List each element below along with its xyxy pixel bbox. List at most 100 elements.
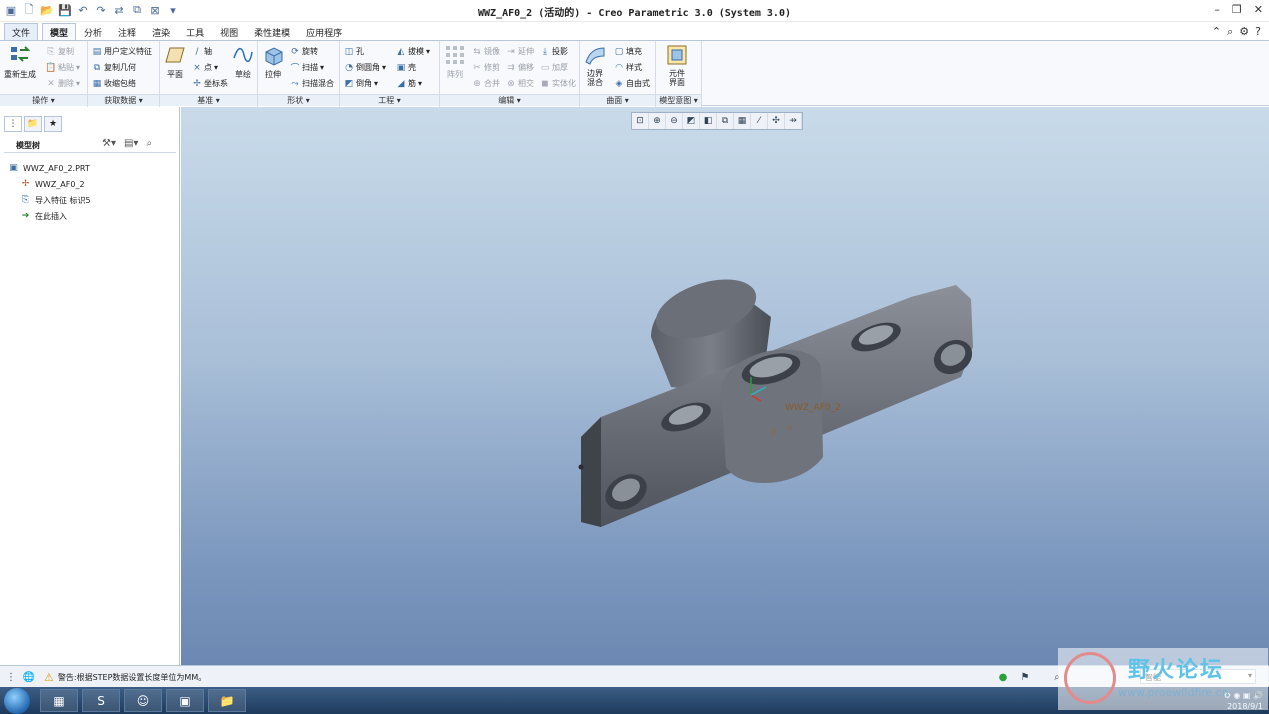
taskbar-game-icon[interactable]: ☺ <box>124 689 162 712</box>
title-bar: ▣ 🗋 📂 💾 ↶ ↷ ⇄ ⧉ ⊠ ▾ WWZ_AF0_2 (活动的) - Cr… <box>0 0 1269 22</box>
search-icon[interactable]: ⌕ <box>1227 25 1233 39</box>
display-style-icon[interactable]: ◧ <box>700 113 717 129</box>
offset-button[interactable]: ⇉ 偏移 <box>506 62 534 73</box>
start-button[interactable] <box>4 688 30 714</box>
revolve-button[interactable]: ⟳ 旋转 <box>290 46 318 57</box>
zoom-out-icon[interactable]: ⊖ <box>666 113 683 129</box>
browser-toggle-icon[interactable]: 🌐 <box>22 670 36 684</box>
extend-button[interactable]: ⇥ 延伸 <box>506 46 534 57</box>
datum-display-icon[interactable]: ⁄ <box>751 113 768 129</box>
trim-icon: ✂ <box>473 62 481 73</box>
regen-status-icon: ● <box>998 671 1008 683</box>
extrude-button[interactable]: 拉伸 <box>262 44 284 80</box>
tab-tools[interactable]: 工具 <box>178 23 212 41</box>
component-interface-button[interactable]: 元件界面 <box>666 44 688 87</box>
model-tree-tools: ⚒▾ ▤▾ ⌕ <box>102 138 152 149</box>
sweep-button[interactable]: ⌒ 扫描 ▾ <box>290 62 324 74</box>
round-button[interactable]: ◔ 倒圆角 ▾ <box>344 62 386 73</box>
group-label-operations[interactable]: 操作 ▾ <box>0 94 87 106</box>
project-button[interactable]: ⤓ 投影 <box>540 46 568 57</box>
boundary-blend-button[interactable]: 边界混合 <box>584 44 606 87</box>
csys-button[interactable]: ✢ 坐标系 <box>192 78 228 89</box>
model-tree-tab[interactable]: ⋮ <box>4 116 22 132</box>
graphics-viewport[interactable]: ⊡ ⊕ ⊖ ◩ ◧ ⧉ ▦ ⁄ ✣ ⇸ WWZ_AF0_2 y x <box>181 107 1269 665</box>
group-label-datum[interactable]: 基准 ▾ <box>160 94 257 106</box>
navigator-toggle-icon[interactable]: ⋮ <box>4 670 18 684</box>
swept-blend-button[interactable]: ⤳ 扫描混合 <box>290 78 334 89</box>
rib-button[interactable]: ◢ 筋 ▾ <box>396 78 422 89</box>
component-interface-icon <box>666 44 688 66</box>
group-label-model-intent[interactable]: 模型意图 ▾ <box>656 94 701 106</box>
tab-file[interactable]: 文件 <box>4 23 39 41</box>
tree-settings-icon[interactable]: ⚒▾ <box>102 138 116 149</box>
pattern-button[interactable]: 阵列 <box>444 44 466 80</box>
udf-button[interactable]: ▤ 用户定义特征 <box>92 46 152 57</box>
tree-item-csys[interactable]: ✢ WWZ_AF0_2 <box>8 176 91 192</box>
trim-button[interactable]: ✂ 修剪 <box>472 62 500 73</box>
tree-item-part[interactable]: ▣ WWZ_AF0_2.PRT <box>8 160 91 176</box>
folder-browser-tab[interactable]: 📁 <box>24 116 42 132</box>
mirror-button[interactable]: ⇆ 镜像 <box>472 46 500 57</box>
paste-button[interactable]: 📋 粘贴 ▾ <box>45 62 80 73</box>
tree-item-insert-here[interactable]: ➔ 在此插入 <box>8 208 91 224</box>
group-label-surfaces[interactable]: 曲面 ▾ <box>580 94 655 106</box>
axis-button[interactable]: / 轴 <box>192 46 212 57</box>
tab-applications[interactable]: 应用程序 <box>298 23 350 41</box>
point-button[interactable]: × 点 ▾ <box>192 62 218 73</box>
zoom-in-icon[interactable]: ⊕ <box>649 113 666 129</box>
tab-analysis[interactable]: 分析 <box>76 23 110 41</box>
minimize-icon[interactable]: – <box>1214 3 1220 16</box>
watermark-url: www.proewildfire.cn <box>1118 686 1229 699</box>
favorites-tab[interactable]: ★ <box>44 116 62 132</box>
tab-annotate[interactable]: 注释 <box>110 23 144 41</box>
repaint-icon[interactable]: ◩ <box>683 113 700 129</box>
tree-item-import-feature[interactable]: ⎘ 导入特征 标识5 <box>8 192 91 208</box>
help-icon[interactable]: ? <box>1255 25 1261 39</box>
copy-button[interactable]: ⎘ 复制 <box>46 46 74 57</box>
taskbar-sogou-icon[interactable]: S <box>82 689 120 712</box>
group-label-shapes[interactable]: 形状 ▾ <box>258 94 339 106</box>
plane-button[interactable]: 平面 <box>164 44 186 80</box>
tab-render[interactable]: 渲染 <box>144 23 178 41</box>
taskbar-calculator-icon[interactable]: ▦ <box>40 689 78 712</box>
saved-orientations-icon[interactable]: ⧉ <box>717 113 734 129</box>
freestyle-button[interactable]: ◈ 自由式 <box>614 78 650 89</box>
maximize-icon[interactable]: ❐ <box>1232 3 1242 16</box>
shell-button[interactable]: ▣ 壳 <box>396 62 416 73</box>
spin-center-icon[interactable]: ✣ <box>768 113 785 129</box>
style-button[interactable]: ◠ 样式 <box>614 62 642 73</box>
delete-button[interactable]: ✕ 删除 ▾ <box>46 78 80 89</box>
merge-button[interactable]: ⊕ 合并 <box>472 78 500 89</box>
hole-button[interactable]: ◫ 孔 <box>344 46 364 57</box>
shrinkwrap-button[interactable]: ▦ 收缩包络 <box>92 78 136 89</box>
intersect-button[interactable]: ⊗ 相交 <box>506 78 534 89</box>
solidify-button[interactable]: ◼ 实体化 <box>540 78 576 89</box>
view-manager-icon[interactable]: ▦ <box>734 113 751 129</box>
chamfer-button[interactable]: ◩ 倒角 ▾ <box>344 78 378 89</box>
tab-model[interactable]: 模型 <box>42 23 77 41</box>
copy-geometry-button[interactable]: ⧉ 复制几何 <box>92 62 136 73</box>
window-title: WWZ_AF0_2 (活动的) - Creo Parametric 3.0 (S… <box>478 8 791 19</box>
taskbar-creo-icon[interactable]: ▣ <box>166 689 204 712</box>
annotation-display-icon[interactable]: ⇸ <box>785 113 802 129</box>
group-label-get-data[interactable]: 获取数据 ▾ <box>88 94 159 106</box>
settings-icon[interactable]: ⚙ <box>1239 25 1249 39</box>
refit-icon[interactable]: ⊡ <box>632 113 649 129</box>
taskbar-explorer-icon[interactable]: 📁 <box>208 689 246 712</box>
thicken-button[interactable]: ▭ 加厚 <box>540 62 568 73</box>
regenerate-button[interactable]: 重新生成 <box>4 44 36 80</box>
close-icon[interactable]: ✕ <box>1254 3 1263 16</box>
tab-view[interactable]: 视图 <box>212 23 246 41</box>
group-label-engineering[interactable]: 工程 ▾ <box>340 94 439 106</box>
flag-icon[interactable]: ⚑ <box>1018 670 1032 684</box>
draft-button[interactable]: ◭ 拔模 ▾ <box>396 46 430 57</box>
tree-columns-icon[interactable]: ▤▾ <box>124 138 138 149</box>
group-label-editing[interactable]: 编辑 ▾ <box>440 94 579 106</box>
shrinkwrap-icon: ▦ <box>92 78 102 89</box>
tree-filter-icon[interactable]: ⌕ <box>146 138 152 149</box>
tab-flexible-modeling[interactable]: 柔性建模 <box>246 23 298 41</box>
sketch-button[interactable]: 草绘 <box>232 44 254 80</box>
fill-button[interactable]: ▢ 填充 <box>614 46 642 57</box>
part-model[interactable] <box>561 277 1001 537</box>
collapse-ribbon-icon[interactable]: ⌃ <box>1212 25 1221 39</box>
